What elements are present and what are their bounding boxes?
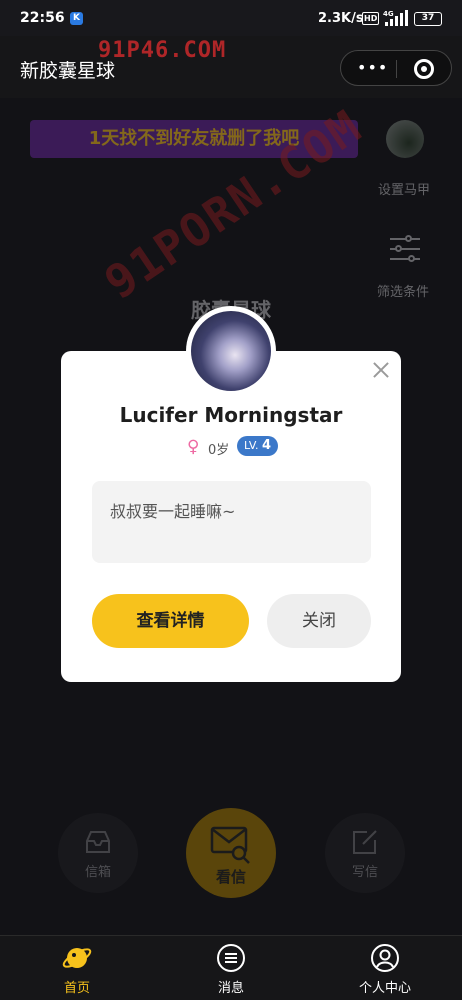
close-miniprogram-icon[interactable] xyxy=(414,59,434,79)
app-notification-icon: K xyxy=(70,12,83,25)
status-time: 22:56 xyxy=(20,10,65,26)
miniprogram-capsule: ••• xyxy=(340,50,452,86)
battery-icon: 37 xyxy=(414,12,442,26)
message-icon xyxy=(217,944,245,972)
close-button[interactable]: 关闭 xyxy=(267,594,371,648)
female-icon: ♀ xyxy=(187,437,200,457)
app-header: 新胶囊星球 91P46.COM ••• xyxy=(0,36,462,98)
tab-home-label: 首页 xyxy=(63,981,90,996)
capsule-divider xyxy=(396,60,397,78)
close-icon[interactable] xyxy=(371,360,391,380)
tab-bar: 首页 消息 个人中心 xyxy=(0,935,462,1000)
tab-home[interactable]: 首页 xyxy=(0,936,154,1000)
watermark: 91P46.COM xyxy=(98,38,227,63)
user-age: 0岁 xyxy=(208,443,230,458)
profile-avatar-ring xyxy=(186,306,276,396)
svg-text:4G: 4G xyxy=(383,10,394,18)
more-icon[interactable]: ••• xyxy=(357,60,388,76)
tab-profile[interactable]: 个人中心 xyxy=(308,936,462,1000)
tab-profile-label: 个人中心 xyxy=(358,981,411,996)
tab-messages[interactable]: 消息 xyxy=(154,936,308,1000)
message-text: 叔叔要一起睡嘛~ xyxy=(110,502,236,521)
signal-icon: 4G xyxy=(383,9,409,31)
hd-icon: HD xyxy=(362,12,380,25)
user-icon xyxy=(371,944,399,972)
avatar[interactable] xyxy=(191,311,271,391)
level-badge: LV. 4 xyxy=(237,436,278,456)
planet-icon xyxy=(62,948,92,968)
tab-messages-label: 消息 xyxy=(217,981,244,996)
network-speed: 2.3K/s xyxy=(318,11,364,26)
message-box: 叔叔要一起睡嘛~ xyxy=(92,481,371,563)
view-details-button[interactable]: 查看详情 xyxy=(92,594,249,648)
status-bar: 22:56 K 2.3K/s HD 4G 37 xyxy=(0,0,462,36)
user-name: Lucifer Morningstar xyxy=(119,403,343,427)
